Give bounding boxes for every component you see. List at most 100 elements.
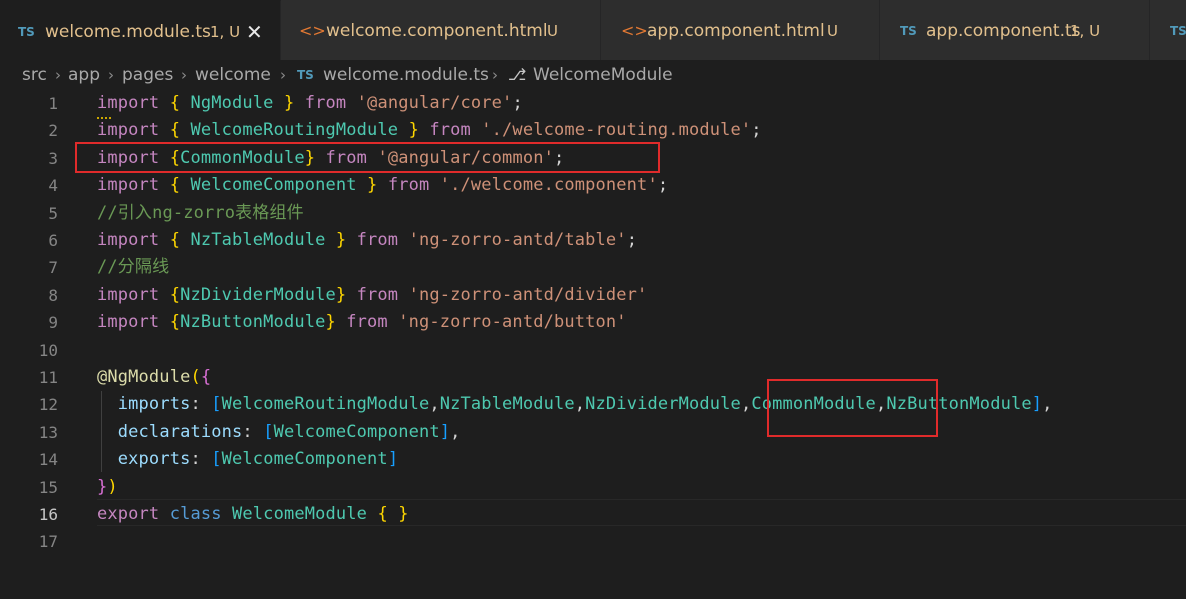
code-token: NzDividerModule: [585, 394, 741, 415]
code-token: import: [97, 284, 160, 305]
tab-status: U: [827, 22, 838, 40]
code-line[interactable]: export class WelcomeModule { }: [97, 501, 409, 528]
code-token: import: [97, 312, 160, 333]
code-token: from: [356, 230, 399, 250]
code-token: ,: [574, 394, 586, 415]
code-line[interactable]: exports: [WelcomeComponent]: [97, 446, 398, 473]
code-token: :: [190, 394, 212, 415]
code-token: ,: [450, 421, 461, 442]
code-token: {: [377, 504, 388, 524]
line-number: 17: [38, 532, 58, 552]
code-line[interactable]: @NgModule({: [97, 364, 211, 391]
line-number: 5: [48, 203, 58, 223]
tab-welcome-module-ts[interactable]: TS welcome.module.ts 1, U ✕: [0, 0, 281, 60]
code-token: }: [325, 312, 336, 333]
breadcrumb-item-file[interactable]: welcome.module.ts: [323, 60, 489, 90]
code-token: from: [429, 120, 471, 141]
code-token: from: [356, 284, 399, 305]
code-token: }: [283, 93, 295, 113]
tab-label: app.component.html: [647, 21, 825, 41]
code-token: {: [169, 175, 181, 196]
code-token: WelcomeRoutingModule: [221, 394, 430, 415]
typescript-file-icon: TS: [1170, 24, 1186, 38]
code-line[interactable]: import { WelcomeComponent } from './welc…: [97, 172, 668, 199]
code-token: class: [169, 504, 222, 524]
code-token: NzTableModule: [439, 394, 575, 415]
code-line[interactable]: //分隔线: [97, 254, 169, 281]
code-token: from: [387, 175, 430, 196]
code-token: ,: [740, 394, 752, 415]
breadcrumb-item-app[interactable]: app: [68, 60, 100, 90]
code-token: {: [169, 93, 181, 113]
breadcrumb-item-pages[interactable]: pages: [122, 60, 173, 90]
code-token: WelcomeComponent: [221, 449, 388, 470]
code-token: :: [242, 421, 264, 442]
code-line[interactable]: declarations: [WelcomeComponent],: [97, 419, 461, 446]
line-number: 8: [48, 285, 58, 305]
code-line[interactable]: import {NzDividerModule} from 'ng-zorro-…: [97, 282, 647, 309]
tab-overflow[interactable]: TS: [1150, 0, 1186, 60]
code-line[interactable]: import {NzButtonModule} from 'ng-zorro-a…: [97, 309, 627, 336]
breadcrumb-item-welcome[interactable]: welcome: [195, 60, 271, 90]
code-line[interactable]: import { WelcomeRoutingModule } from './…: [97, 117, 762, 144]
breadcrumb-item-src[interactable]: src: [22, 60, 47, 90]
html-file-icon: <>: [299, 21, 326, 40]
code-token: [: [211, 449, 222, 470]
line-number: 16: [38, 505, 58, 524]
code-line[interactable]: import { NgModule } from '@angular/core'…: [97, 90, 523, 117]
tab-welcome-component-html[interactable]: <> welcome.component.html U: [281, 0, 601, 60]
symbol-class-icon: ⎇: [508, 65, 527, 84]
code-token: NgModule: [180, 93, 284, 113]
tab-app-component-ts[interactable]: TS app.component.ts 1, U: [880, 0, 1150, 60]
code-line[interactable]: //引入ng-zorro表格组件: [97, 200, 304, 227]
code-token: ]: [1031, 394, 1043, 415]
code-token: {: [169, 230, 181, 250]
code-token: ,: [429, 394, 440, 415]
highlight-box-common-module: [767, 379, 938, 437]
chevron-right-icon: ›: [181, 66, 187, 84]
code-token: import: [97, 93, 160, 113]
code-token: './welcome-routing.module': [481, 120, 752, 141]
breadcrumb-item-symbol[interactable]: WelcomeModule: [533, 60, 673, 90]
code-token: {: [200, 367, 212, 387]
code-line[interactable]: import { NzTableModule } from 'ng-zorro-…: [97, 227, 637, 254]
code-token: WelcomeComponent: [273, 421, 440, 442]
line-number: 14: [38, 450, 58, 470]
tab-app-component-html[interactable]: <> app.component.html U: [601, 0, 880, 60]
code-line[interactable]: }): [97, 474, 118, 501]
code-token: {: [169, 312, 181, 333]
close-icon[interactable]: ✕: [246, 1, 263, 60]
tab-status: U: [547, 22, 558, 40]
code-token: ): [107, 476, 118, 497]
code-token: declarations: [117, 421, 243, 442]
chevron-right-icon: ›: [108, 66, 114, 84]
code-token: NzButtonModule: [180, 312, 326, 333]
code-token: @NgModule: [97, 367, 191, 387]
code-token: import: [97, 175, 160, 196]
typescript-file-icon: TS: [18, 25, 35, 39]
line-number: 13: [38, 422, 58, 442]
line-number: 1: [48, 94, 58, 113]
code-token: ;: [626, 230, 638, 250]
line-number: 6: [48, 231, 58, 250]
tab-label: welcome.component.html: [326, 21, 548, 41]
code-token: [: [211, 394, 222, 415]
code-token: from: [304, 93, 347, 113]
